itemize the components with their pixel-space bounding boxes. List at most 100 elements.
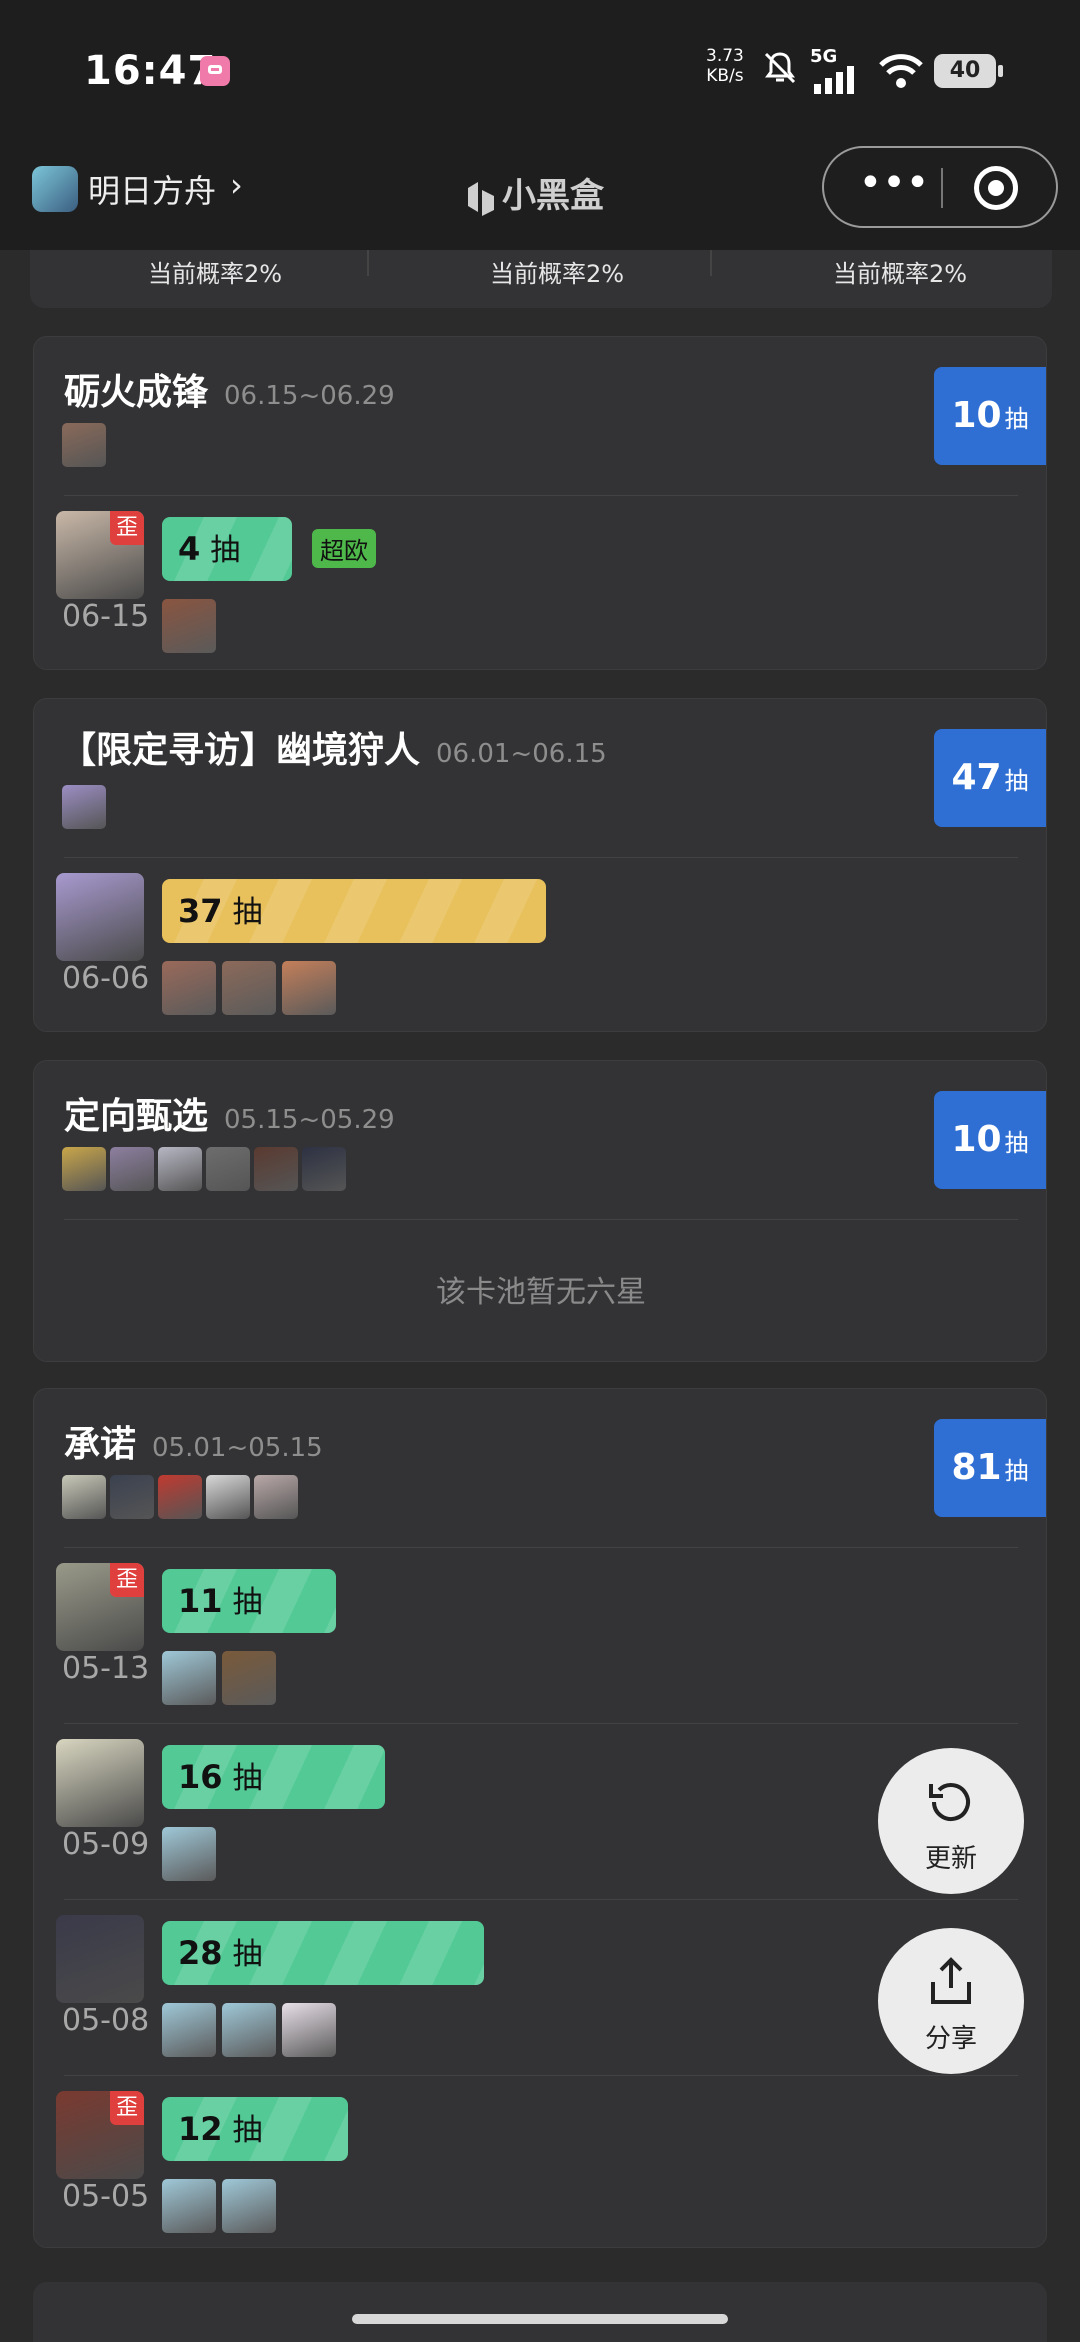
pull-unit: 抽	[1004, 1457, 1029, 1485]
share-label: 分享	[924, 2024, 977, 2054]
network-speed-value: 3.73	[706, 46, 744, 66]
rate-label: 当前概率2%	[489, 260, 625, 288]
pool-date: 06.01~06.15	[436, 739, 607, 769]
featured-operator-avatar[interactable]	[62, 423, 106, 467]
guarantee-operator-avatar[interactable]	[162, 599, 216, 653]
bar-pull-count: 12	[178, 2110, 223, 2148]
more-icon[interactable]: •••	[854, 148, 934, 228]
featured-operator-avatar[interactable]	[302, 1147, 346, 1191]
pool-card[interactable]: 定向甄选 05.15~05.29 10 抽 该卡池暂无六星	[33, 1060, 1047, 1362]
operator-avatar[interactable]	[56, 1739, 144, 1827]
network-speed-unit: KB/s	[706, 66, 744, 86]
guarantee-operators	[162, 2003, 342, 2057]
featured-operators	[62, 1147, 350, 1191]
share-icon	[931, 1957, 971, 2004]
signal-icon	[814, 66, 854, 94]
bar-pull-count: 16	[178, 1758, 223, 1796]
pull-count-bar: 12 抽	[162, 2097, 348, 2161]
featured-operator-avatar[interactable]	[206, 1147, 250, 1191]
lucky-tag: 超欧	[312, 529, 376, 568]
divider	[64, 857, 1018, 858]
bar-pull-unit: 抽	[210, 533, 241, 568]
rate-divider	[367, 250, 369, 276]
guarantee-operator-avatar[interactable]	[162, 1827, 216, 1881]
pull-date: 05-09	[62, 1827, 150, 1862]
pull-count: 81	[951, 1447, 1002, 1488]
pool-title: 【限定寻访】幽境狩人 06.01~06.15	[60, 721, 607, 773]
guarantee-operator-avatar[interactable]	[162, 2179, 216, 2233]
pull-count-bar: 16 抽	[162, 1745, 385, 1809]
featured-operator-avatar[interactable]	[62, 785, 106, 829]
guarantee-operator-avatar[interactable]	[282, 2003, 336, 2057]
refresh-icon	[929, 1783, 970, 1822]
featured-operator-avatar[interactable]	[62, 1475, 106, 1519]
featured-operator-avatar[interactable]	[158, 1475, 202, 1519]
pool-name: 【限定寻访】幽境狩人	[60, 730, 421, 771]
crooked-badge: 歪	[110, 1563, 144, 1597]
home-indicator[interactable]	[352, 2314, 728, 2324]
brand-title: 小黑盒	[464, 168, 604, 217]
guarantee-operators	[162, 599, 222, 653]
pull-count-bar: 28 抽	[162, 1921, 484, 1985]
bar-pull-count: 28	[178, 1934, 223, 1972]
chevron-right-icon[interactable]: ›	[230, 166, 243, 204]
rate-label: 当前概率2%	[147, 260, 283, 288]
pull-count: 47	[951, 757, 1002, 798]
operator-avatar[interactable]	[56, 873, 144, 961]
crooked-badge: 歪	[110, 2091, 144, 2125]
six-star-entry: 歪 06-15 4抽 超欧	[34, 511, 1048, 671]
pool-card[interactable]: 【限定寻访】幽境狩人 06.01~06.15 47 抽 06-06 37 抽	[33, 698, 1047, 1032]
empty-six-star-text: 该卡池暂无六星	[436, 1275, 646, 1310]
guarantee-operator-avatar[interactable]	[162, 2003, 216, 2057]
pool-date: 05.15~05.29	[224, 1105, 395, 1135]
miniprogram-capsule: •••	[822, 146, 1058, 228]
featured-operator-avatar[interactable]	[158, 1147, 202, 1191]
pool-date: 05.01~05.15	[152, 1433, 323, 1463]
divider	[64, 1899, 1018, 1900]
guarantee-operator-avatar[interactable]	[222, 1651, 276, 1705]
battery-indicator: 40	[934, 54, 1003, 88]
refresh-button[interactable]: 更新	[878, 1748, 1024, 1894]
pull-count-badge: 47 抽	[934, 729, 1046, 827]
status-bar: 16:47 3.73 KB/s 5G 40	[0, 0, 1080, 140]
game-avatar[interactable]	[32, 166, 78, 212]
pull-unit: 抽	[1004, 405, 1029, 433]
featured-operator-avatar[interactable]	[110, 1147, 154, 1191]
six-star-entry: 歪 05-13 11 抽	[34, 1563, 1048, 1723]
guarantee-operator-avatar[interactable]	[222, 2179, 276, 2233]
featured-operator-avatar[interactable]	[62, 1147, 106, 1191]
bar-pull-unit: 抽	[232, 895, 263, 930]
guarantee-operator-avatar[interactable]	[162, 961, 216, 1015]
pull-date: 05-05	[62, 2179, 150, 2214]
network-type: 5G	[810, 46, 838, 67]
pull-count-bar: 4抽	[162, 517, 292, 581]
brand-logo-icon	[468, 181, 494, 216]
pull-count: 10	[951, 1119, 1002, 1160]
pull-date: 06-15	[62, 599, 150, 634]
pool-card-partial	[33, 2282, 1047, 2342]
brand-name: 小黑盒	[502, 176, 604, 216]
pull-date: 05-08	[62, 2003, 150, 2038]
share-button[interactable]: 分享	[878, 1928, 1024, 2074]
guarantee-operator-avatar[interactable]	[282, 961, 336, 1015]
game-name[interactable]: 明日方舟	[88, 166, 216, 212]
rate-divider	[710, 250, 712, 276]
guarantee-operator-avatar[interactable]	[222, 961, 276, 1015]
featured-operator-avatar[interactable]	[254, 1475, 298, 1519]
featured-operator-avatar[interactable]	[206, 1475, 250, 1519]
pool-date: 06.15~06.29	[224, 381, 395, 411]
close-target-icon[interactable]	[974, 166, 1018, 210]
operator-avatar[interactable]	[56, 1915, 144, 2003]
bar-pull-count: 4	[178, 530, 201, 568]
rate-strip: 当前概率2% 当前概率2% 当前概率2%	[30, 250, 1052, 308]
featured-operator-avatar[interactable]	[110, 1475, 154, 1519]
clock: 16:47	[84, 48, 217, 94]
capsule-divider	[941, 168, 943, 208]
network-speed: 3.73 KB/s	[706, 46, 744, 86]
guarantee-operator-avatar[interactable]	[162, 1651, 216, 1705]
guarantee-operator-avatar[interactable]	[222, 2003, 276, 2057]
featured-operator-avatar[interactable]	[254, 1147, 298, 1191]
pool-title: 承诺 05.01~05.15	[64, 1415, 323, 1467]
pool-card[interactable]: 砺火成锋 06.15~06.29 10 抽 歪 06-15 4抽 超欧	[33, 336, 1047, 670]
featured-operators	[62, 423, 110, 467]
